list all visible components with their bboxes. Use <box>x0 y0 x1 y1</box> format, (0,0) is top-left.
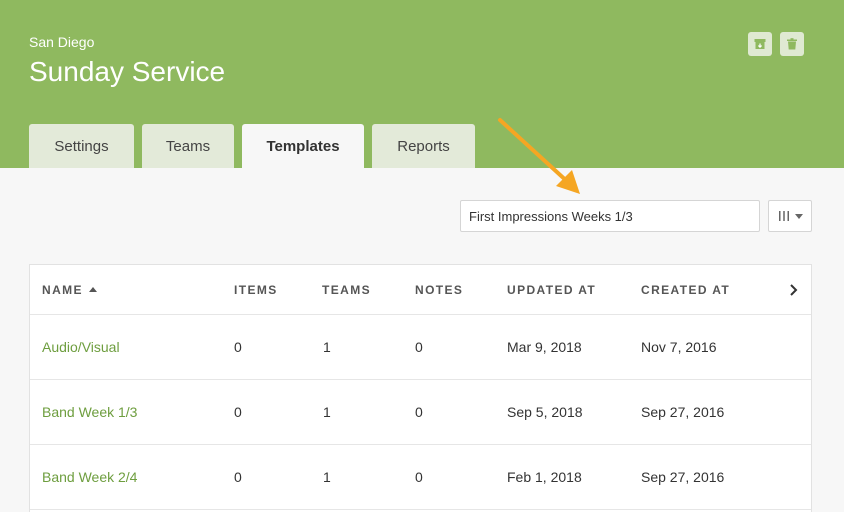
items-count: 0 <box>234 339 242 355</box>
notes-count: 0 <box>415 339 423 355</box>
tab-settings[interactable]: Settings <box>29 124 134 168</box>
page-header: San Diego Sunday Service Settings Teams … <box>0 0 844 168</box>
annotation-arrow-icon <box>498 118 580 194</box>
items-count: 0 <box>234 404 242 420</box>
column-header-teams[interactable]: Teams <box>322 283 371 297</box>
page-title: Sunday Service <box>29 56 226 87</box>
sort-ascending-icon <box>88 287 97 292</box>
archive-button[interactable] <box>748 32 772 56</box>
templates-table: Name Items Teams Notes Updated At Create… <box>29 264 812 512</box>
notes-count: 0 <box>415 404 423 420</box>
columns-button[interactable] <box>768 200 812 232</box>
teams-count: 1 <box>323 339 331 355</box>
table-row: Audio/Visual 0 1 0 Mar 9, 2018 Nov 7, 20… <box>30 315 811 380</box>
table-row: Band Week 1/3 0 1 0 Sep 5, 2018 Sep 27, … <box>30 380 811 445</box>
tab-reports[interactable]: Reports <box>372 124 475 168</box>
column-header-updated-at[interactable]: Updated At <box>507 283 596 297</box>
column-header-created-at[interactable]: Created At <box>641 283 730 297</box>
tab-templates[interactable]: Templates <box>242 124 364 168</box>
archive-icon <box>754 39 766 49</box>
trash-icon <box>787 38 797 50</box>
items-count: 0 <box>234 469 242 485</box>
created-at: Sep 27, 2016 <box>641 404 725 420</box>
column-header-items[interactable]: Items <box>234 283 278 297</box>
columns-icon <box>778 211 789 221</box>
table-header: Name Items Teams Notes Updated At Create… <box>30 265 811 315</box>
template-name-link[interactable]: Band Week 1/3 <box>42 404 137 420</box>
template-filter-input[interactable] <box>460 200 760 232</box>
column-header-notes[interactable]: Notes <box>415 283 463 297</box>
template-name-link[interactable]: Audio/Visual <box>42 339 120 355</box>
created-at: Nov 7, 2016 <box>641 339 717 355</box>
template-name-link[interactable]: Band Week 2/4 <box>42 469 137 485</box>
chevron-down-icon <box>794 213 803 219</box>
created-at: Sep 27, 2016 <box>641 469 725 485</box>
updated-at: Feb 1, 2018 <box>507 469 582 485</box>
campus-label: San Diego <box>29 34 95 50</box>
notes-count: 0 <box>415 469 423 485</box>
updated-at: Mar 9, 2018 <box>507 339 582 355</box>
updated-at: Sep 5, 2018 <box>507 404 583 420</box>
tab-teams[interactable]: Teams <box>142 124 234 168</box>
teams-count: 1 <box>323 469 331 485</box>
table-row: Band Week 2/4 0 1 0 Feb 1, 2018 Sep 27, … <box>30 445 811 510</box>
delete-button[interactable] <box>780 32 804 56</box>
teams-count: 1 <box>323 404 331 420</box>
column-header-name[interactable]: Name <box>42 283 97 297</box>
chevron-right-icon[interactable] <box>786 281 802 299</box>
